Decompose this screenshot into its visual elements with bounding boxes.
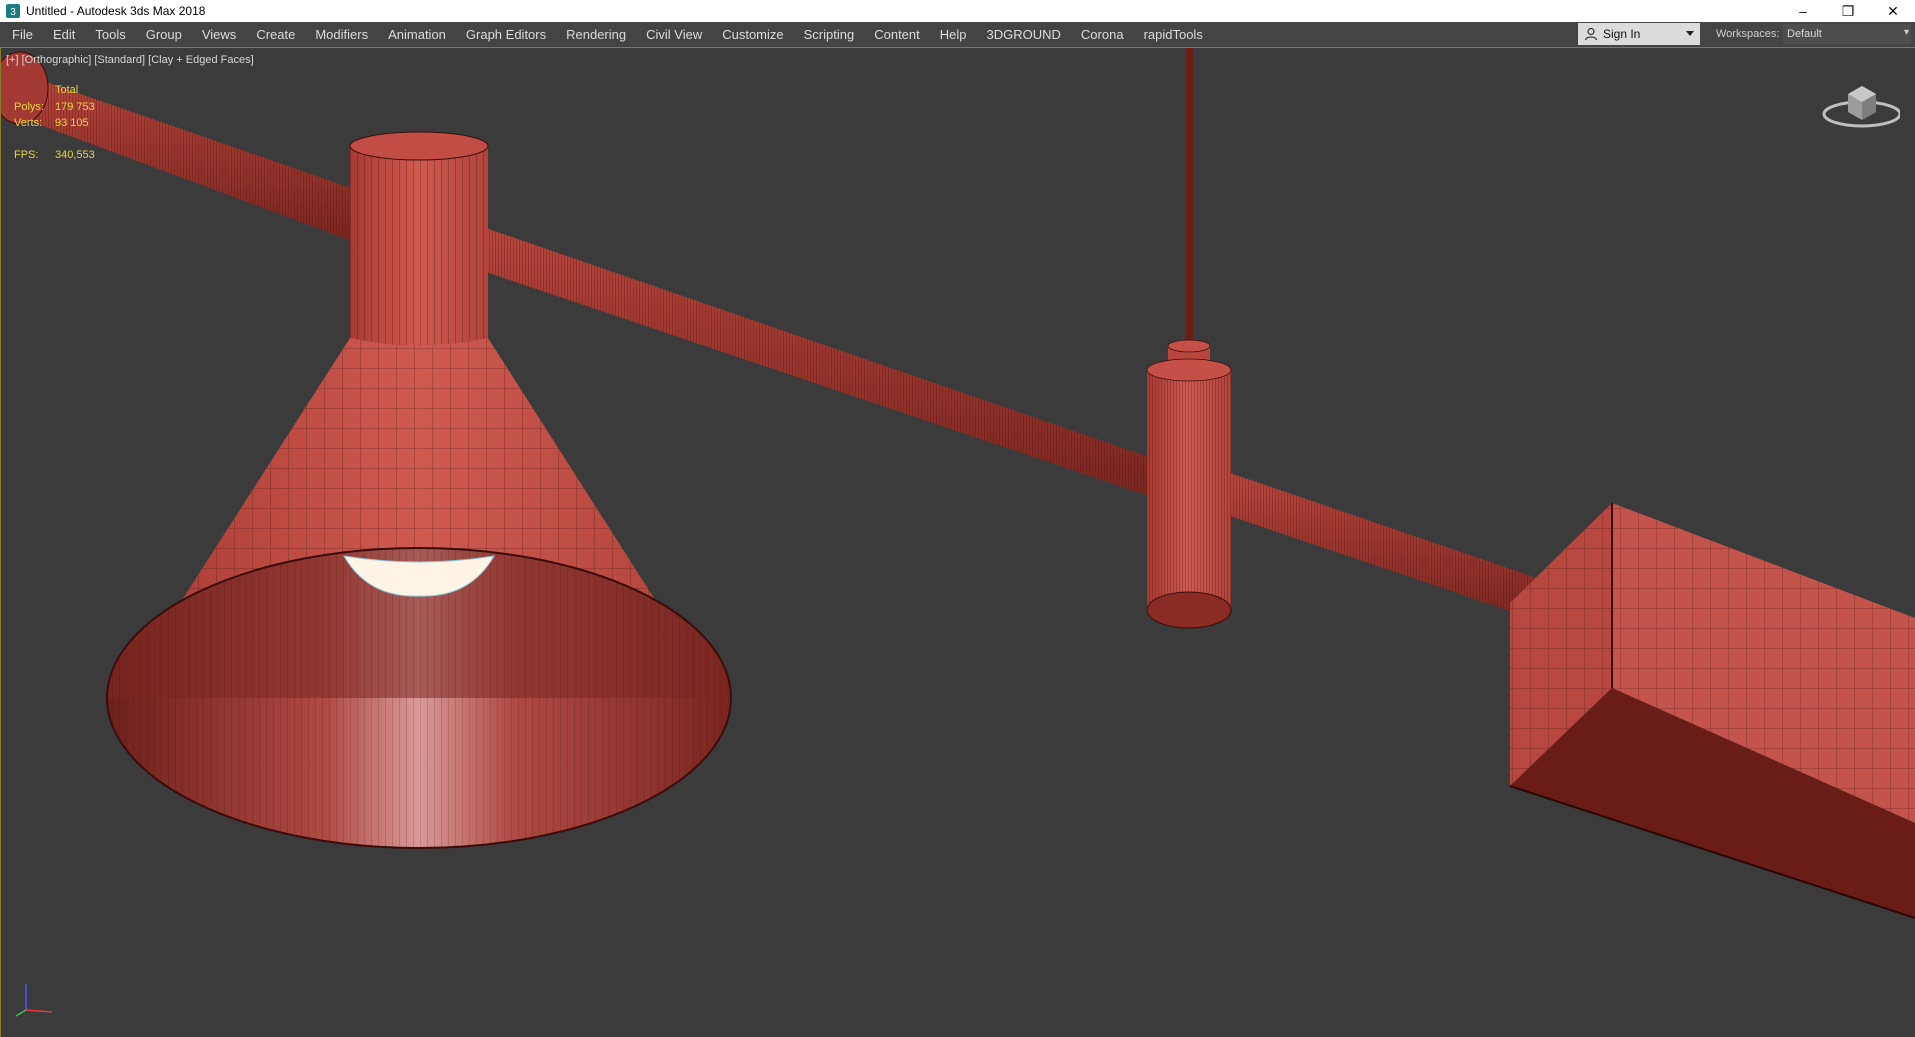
window-title: Untitled - Autodesk 3ds Max 2018 bbox=[26, 4, 206, 18]
lamp-neck bbox=[349, 131, 489, 356]
hanging-wire bbox=[1186, 48, 1193, 353]
main-menu: File Edit Tools Group Views Create Modifiers An… bbox=[2, 22, 1213, 47]
menu-item-scripting[interactable]: Scripting bbox=[794, 22, 865, 47]
scene-canvas[interactable] bbox=[0, 48, 1915, 1037]
3ds-max-app-icon: 3 bbox=[6, 4, 20, 18]
title-bar: 3 Untitled - Autodesk 3ds Max 2018 – ❐ ✕ bbox=[0, 0, 1915, 22]
sign-in-label: Sign In bbox=[1603, 27, 1641, 41]
menu-item-graph-editors[interactable]: Graph Editors bbox=[456, 22, 556, 47]
menu-item-civil-view[interactable]: Civil View bbox=[636, 22, 712, 47]
stats-fps-label: FPS: bbox=[14, 149, 39, 161]
menu-item-animation[interactable]: Animation bbox=[378, 22, 456, 47]
menu-bar: File Edit Tools Group Views Create Modifiers An… bbox=[0, 22, 1915, 48]
menu-item-content[interactable]: Content bbox=[864, 22, 930, 47]
menu-item-corona[interactable]: Corona bbox=[1071, 22, 1134, 47]
menu-item-rapidtools[interactable]: rapidTools bbox=[1134, 22, 1213, 47]
sign-in-dropdown[interactable]: Sign In bbox=[1578, 23, 1700, 45]
rod-connector bbox=[1146, 339, 1232, 629]
menu-item-help[interactable]: Help bbox=[930, 22, 977, 47]
stats-fps-value: 340,553 bbox=[55, 149, 95, 161]
viewcube-icon[interactable] bbox=[1820, 76, 1900, 136]
menu-item-rendering[interactable]: Rendering bbox=[556, 22, 636, 47]
chevron-down-icon: ▾ bbox=[1903, 27, 1909, 38]
lamp-shade bbox=[106, 338, 732, 849]
viewport-active-border bbox=[0, 48, 1, 1037]
caret-down-icon bbox=[1686, 31, 1694, 36]
workspaces-label: Workspaces: bbox=[1716, 28, 1780, 40]
menu-item-tools[interactable]: Tools bbox=[85, 22, 135, 47]
viewport-label-menu[interactable]: [+] [Orthographic] [Standard] [Clay + Ed… bbox=[6, 54, 254, 66]
menu-item-modifiers[interactable]: Modifiers bbox=[305, 22, 378, 47]
stats-polys-value: 179 753 bbox=[55, 101, 95, 113]
close-button[interactable]: ✕ bbox=[1871, 0, 1915, 22]
minimize-button[interactable]: – bbox=[1781, 0, 1825, 22]
menu-item-views[interactable]: Views bbox=[192, 22, 246, 47]
workspaces-value: Default bbox=[1787, 28, 1822, 40]
menu-item-3dground[interactable]: 3DGROUND bbox=[977, 22, 1071, 47]
stats-verts-value: 93 105 bbox=[55, 117, 89, 129]
menu-item-group[interactable]: Group bbox=[136, 22, 192, 47]
menu-item-create[interactable]: Create bbox=[246, 22, 305, 47]
user-icon bbox=[1584, 27, 1598, 41]
perspective-viewport[interactable]: [+] [Orthographic] [Standard] [Clay + Ed… bbox=[0, 48, 1915, 1037]
stats-total-label: Total bbox=[55, 84, 79, 96]
axis-gizmo-icon bbox=[15, 984, 53, 1017]
menu-item-customize[interactable]: Customize bbox=[712, 22, 793, 47]
menu-item-edit[interactable]: Edit bbox=[43, 22, 85, 47]
svg-text:3: 3 bbox=[10, 7, 16, 18]
menu-item-file[interactable]: File bbox=[2, 22, 43, 47]
box-fixture bbox=[1509, 503, 1915, 919]
restore-button[interactable]: ❐ bbox=[1826, 0, 1870, 22]
stats-verts-label: Verts: bbox=[14, 117, 43, 129]
stats-polys-label: Polys: bbox=[14, 101, 44, 113]
workspaces-dropdown[interactable]: Default ▾ bbox=[1783, 24, 1911, 44]
